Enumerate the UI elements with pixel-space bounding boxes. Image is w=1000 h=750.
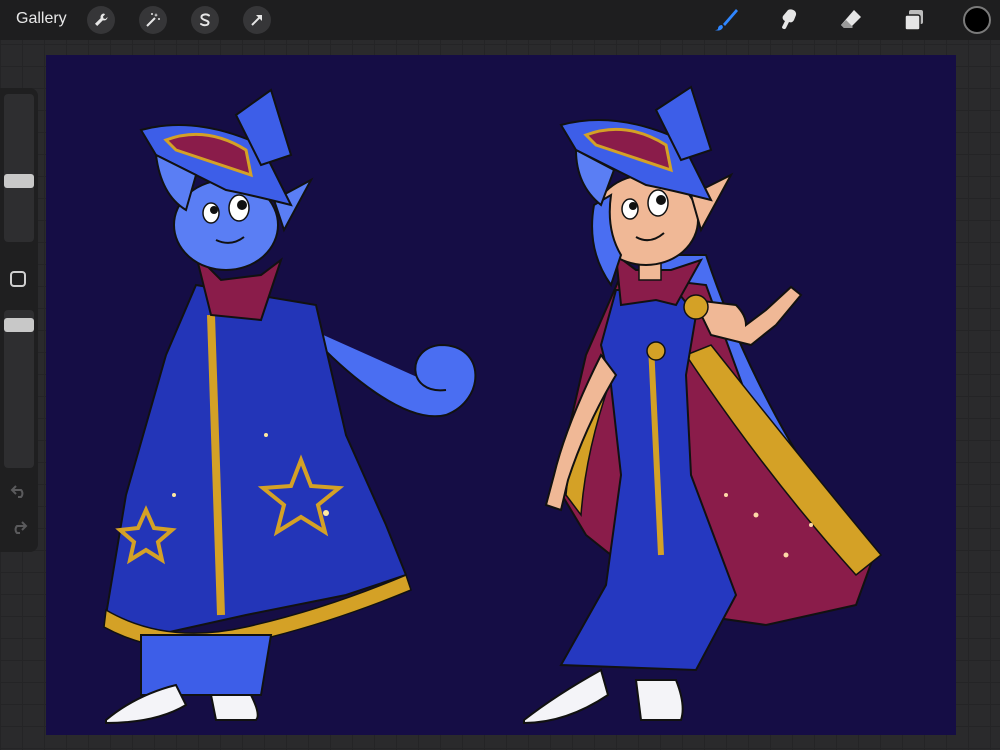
drawing-canvas[interactable] [46, 55, 956, 735]
magic-wand-icon [146, 13, 160, 27]
brush-size-slider[interactable] [4, 94, 34, 242]
wizard-dress [523, 85, 883, 725]
brush-opacity-slider[interactable] [4, 310, 34, 468]
smudge-icon [782, 9, 797, 30]
transform-arrow-icon [251, 15, 262, 26]
modify-button[interactable] [10, 271, 26, 287]
eraser-tool[interactable] [836, 5, 866, 35]
actions-button[interactable] [87, 6, 115, 34]
left-sidebar [0, 88, 38, 552]
gallery-button[interactable]: Gallery [16, 10, 67, 28]
undo-icon[interactable] [10, 484, 28, 498]
smudge-tool[interactable] [774, 5, 804, 35]
layers-tool[interactable] [899, 5, 929, 35]
selection-icon [200, 13, 210, 27]
wizard-cloaked [103, 88, 477, 725]
artwork [103, 85, 883, 725]
top-toolbar: Gallery [0, 0, 1000, 40]
wrench-icon [95, 13, 108, 26]
brush-icon [715, 9, 738, 31]
brush-opacity-thumb[interactable] [4, 318, 34, 332]
brush-tool[interactable] [712, 5, 742, 35]
eraser-icon [841, 10, 861, 28]
adjustments-button[interactable] [139, 6, 167, 34]
transform-button[interactable] [243, 6, 271, 34]
redo-icon[interactable] [10, 520, 28, 534]
brush-size-thumb[interactable] [4, 174, 34, 188]
layers-icon [904, 10, 923, 31]
color-picker-button[interactable] [963, 6, 991, 34]
selection-button[interactable] [191, 6, 219, 34]
